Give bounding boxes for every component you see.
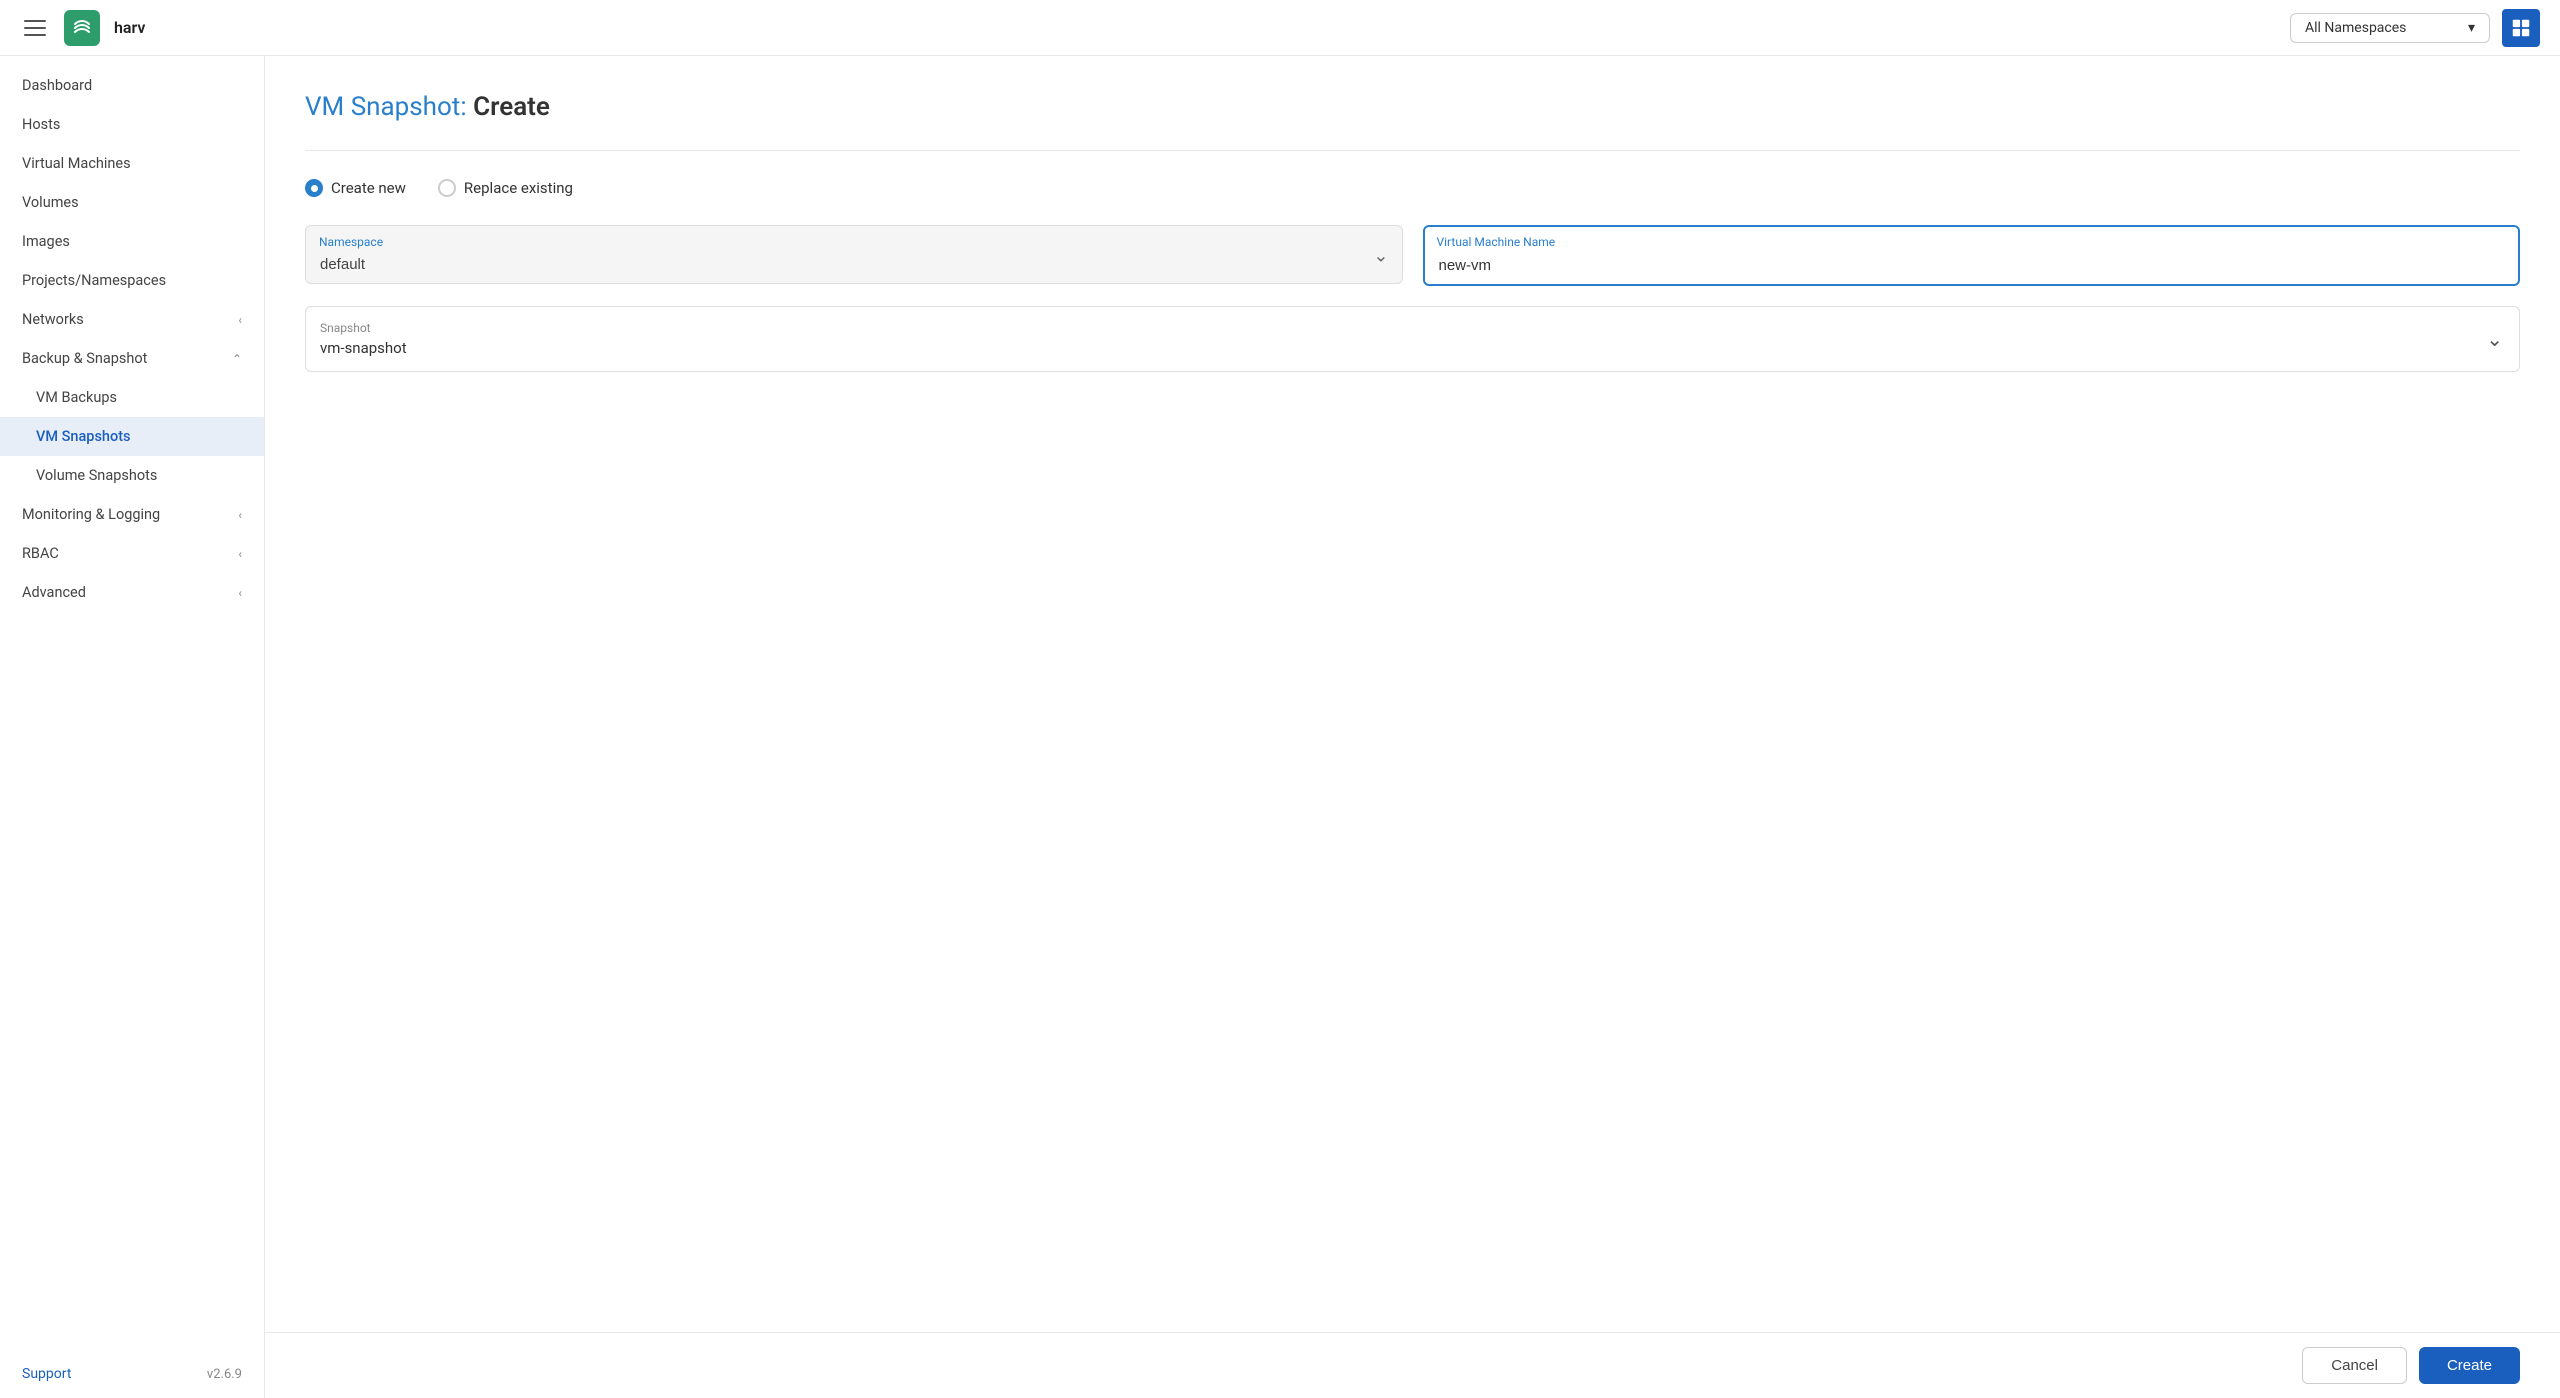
radio-create-new[interactable]: Create new — [305, 179, 406, 197]
sidebar-item-hosts[interactable]: Hosts — [0, 105, 264, 144]
sidebar-item-volsnapshots-label: Volume Snapshots — [36, 467, 157, 484]
radio-group: Create new Replace existing — [305, 179, 2520, 197]
sidebar-item-networks-label: Networks — [22, 311, 84, 328]
sidebar: Dashboard Hosts Virtual Machines Volumes… — [0, 56, 265, 1398]
namespace-select[interactable]: default — [305, 225, 1403, 284]
bottom-bar: Cancel Create — [265, 1332, 2560, 1398]
sidebar-item-rbac[interactable]: RBAC ‹ — [0, 534, 264, 573]
radio-replace-existing-label: Replace existing — [464, 179, 573, 197]
sidebar-item-vms-label: Virtual Machines — [22, 155, 131, 172]
rbac-chevron-icon: ‹ — [238, 547, 242, 561]
radio-replace-existing[interactable]: Replace existing — [438, 179, 573, 197]
page-title-light: VM Snapshot: — [305, 92, 467, 122]
sidebar-item-vmsnapshots-label: VM Snapshots — [36, 428, 131, 445]
sidebar-item-dashboard[interactable]: Dashboard — [0, 66, 264, 105]
namespace-chevron-icon: ▾ — [2468, 20, 2475, 36]
namespace-label: All Namespaces — [2305, 20, 2406, 36]
sidebar-item-dashboard-label: Dashboard — [22, 77, 92, 94]
sidebar-item-hosts-label: Hosts — [22, 116, 60, 133]
form-row-namespace-vm: Namespace default ⌄ Virtual Machine Name — [305, 225, 2520, 286]
sidebar-item-monitoring-label: Monitoring & Logging — [22, 506, 160, 523]
cancel-button[interactable]: Cancel — [2302, 1347, 2407, 1384]
sidebar-item-monitoring-logging[interactable]: Monitoring & Logging ‹ — [0, 495, 264, 534]
sidebar-item-volumes-label: Volumes — [22, 194, 79, 211]
snapshot-dropdown-chevron-icon: ⌄ — [2486, 327, 2503, 351]
radio-create-new-label: Create new — [331, 179, 406, 197]
snapshot-section: Snapshot vm-snapshot ⌄ — [305, 306, 2520, 372]
app-name: harv — [114, 18, 145, 37]
radio-replace-existing-circle — [438, 179, 456, 197]
networks-chevron-icon: ‹ — [238, 313, 242, 327]
create-button[interactable]: Create — [2419, 1347, 2520, 1384]
sidebar-footer: Support v2.6.9 — [0, 1350, 264, 1398]
app-logo — [64, 10, 100, 46]
sidebar-item-networks[interactable]: Networks ‹ — [0, 300, 264, 339]
snapshot-dropdown[interactable]: Snapshot vm-snapshot ⌄ — [305, 306, 2520, 372]
layout: Dashboard Hosts Virtual Machines Volumes… — [0, 56, 2560, 1398]
vm-name-input[interactable] — [1423, 225, 2521, 286]
sidebar-item-volume-snapshots[interactable]: Volume Snapshots — [0, 456, 264, 495]
snapshot-field-label: Snapshot — [320, 321, 2469, 335]
page-title-bold: Create — [473, 92, 550, 122]
sidebar-item-advanced-label: Advanced — [22, 584, 86, 601]
snapshot-field-value: vm-snapshot — [320, 339, 2469, 357]
sidebar-item-virtual-machines[interactable]: Virtual Machines — [0, 144, 264, 183]
topbar: harv All Namespaces ▾ — [0, 0, 2560, 56]
namespace-field-label: Namespace — [319, 235, 383, 249]
sidebar-item-vm-snapshots[interactable]: VM Snapshots — [0, 417, 264, 456]
main-content: VM Snapshot: Create Create new Replace e… — [265, 56, 2560, 1398]
monitoring-chevron-icon: ‹ — [238, 508, 242, 522]
namespace-field: Namespace default ⌄ — [305, 225, 1403, 286]
backup-chevron-icon: ⌃ — [232, 352, 242, 366]
sidebar-item-advanced[interactable]: Advanced ‹ — [0, 573, 264, 612]
topbar-right: All Namespaces ▾ — [2290, 9, 2540, 47]
sidebar-nav: Dashboard Hosts Virtual Machines Volumes… — [0, 56, 264, 622]
radio-create-new-circle — [305, 179, 323, 197]
vm-name-field-label: Virtual Machine Name — [1437, 235, 1556, 249]
sidebar-item-images[interactable]: Images — [0, 222, 264, 261]
sidebar-item-images-label: Images — [22, 233, 70, 250]
sidebar-item-volumes[interactable]: Volumes — [0, 183, 264, 222]
version-label: v2.6.9 — [207, 1367, 242, 1382]
sidebar-item-projects-label: Projects/Namespaces — [22, 272, 166, 289]
hamburger-menu-icon[interactable] — [20, 16, 50, 40]
advanced-chevron-icon: ‹ — [238, 586, 242, 600]
namespace-dropdown[interactable]: All Namespaces ▾ — [2290, 13, 2490, 43]
title-divider — [305, 150, 2520, 151]
sidebar-item-rbac-label: RBAC — [22, 545, 59, 562]
support-link[interactable]: Support — [22, 1366, 71, 1382]
sidebar-item-vmbackups-label: VM Backups — [36, 389, 117, 406]
topbar-left: harv — [20, 10, 145, 46]
page-title: VM Snapshot: Create — [305, 92, 2520, 122]
sidebar-item-backup-label: Backup & Snapshot — [22, 350, 147, 367]
vm-name-field: Virtual Machine Name — [1423, 225, 2521, 286]
sidebar-item-projects-namespaces[interactable]: Projects/Namespaces — [0, 261, 264, 300]
user-avatar-icon[interactable] — [2502, 9, 2540, 47]
sidebar-item-vm-backups[interactable]: VM Backups — [0, 378, 264, 417]
sidebar-item-backup-snapshot[interactable]: Backup & Snapshot ⌃ — [0, 339, 264, 378]
